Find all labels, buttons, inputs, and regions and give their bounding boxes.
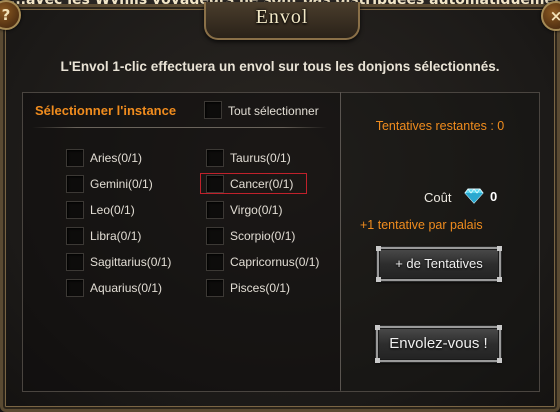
dungeon-checkbox-taurus[interactable] bbox=[206, 149, 224, 167]
dungeon-label-scorpio[interactable]: Scorpio(0/1) bbox=[230, 229, 295, 243]
dungeon-checkbox-capricornus[interactable] bbox=[206, 253, 224, 271]
dungeon-checkbox-leo[interactable] bbox=[66, 201, 84, 219]
cost-label: Coût bbox=[424, 190, 452, 205]
select-instance-header: Sélectionner l'instance bbox=[35, 103, 177, 118]
bonus-text: +1 tentative par palais bbox=[360, 218, 483, 232]
more-attempts-label: + de Tentatives bbox=[395, 256, 483, 271]
dungeon-label-leo[interactable]: Leo(0/1) bbox=[90, 203, 135, 217]
intro-text: L'Envol 1-clic effectuera un envol sur t… bbox=[60, 59, 500, 74]
dungeon-label-gemini[interactable]: Gemini(0/1) bbox=[90, 177, 153, 191]
dungeon-label-aries[interactable]: Aries(0/1) bbox=[90, 151, 142, 165]
panel-divider bbox=[340, 92, 341, 390]
dungeon-label-capricornus[interactable]: Capricornus(0/1) bbox=[230, 255, 319, 269]
dungeon-label-libra[interactable]: Libra(0/1) bbox=[90, 229, 141, 243]
dungeon-checkbox-pisces[interactable] bbox=[206, 279, 224, 297]
dungeon-label-virgo[interactable]: Virgo(0/1) bbox=[230, 203, 282, 217]
dungeon-label-pisces[interactable]: Pisces(0/1) bbox=[230, 281, 290, 295]
more-attempts-button[interactable]: + de Tentatives bbox=[376, 246, 502, 282]
diamond-icon bbox=[464, 188, 484, 208]
window-title: Envol bbox=[255, 6, 309, 28]
dungeon-checkbox-libra[interactable] bbox=[66, 227, 84, 245]
dungeon-checkbox-aquarius[interactable] bbox=[66, 279, 84, 297]
dungeon-checkbox-virgo[interactable] bbox=[206, 201, 224, 219]
selection-highlight bbox=[200, 173, 307, 194]
header-separator bbox=[32, 127, 327, 128]
help-icon: ? bbox=[1, 6, 11, 24]
dungeon-checkbox-gemini[interactable] bbox=[66, 175, 84, 193]
attempts-remaining: Tentatives restantes : 0 bbox=[375, 119, 505, 133]
dungeon-label-aquarius[interactable]: Aquarius(0/1) bbox=[90, 281, 162, 295]
dungeon-checkbox-sagittarius[interactable] bbox=[66, 253, 84, 271]
dungeon-label-taurus[interactable]: Taurus(0/1) bbox=[230, 151, 291, 165]
select-all-label[interactable]: Tout sélectionner bbox=[228, 104, 319, 118]
select-all-checkbox[interactable] bbox=[204, 101, 222, 119]
dungeon-label-sagittarius[interactable]: Sagittarius(0/1) bbox=[90, 255, 171, 269]
close-icon: × bbox=[549, 7, 560, 25]
title-tab: Envol bbox=[204, 2, 360, 40]
dungeon-checkbox-scorpio[interactable] bbox=[206, 227, 224, 245]
dungeon-checkbox-aries[interactable] bbox=[66, 149, 84, 167]
fly-button-label: Envolez-vous ! bbox=[389, 335, 488, 352]
cost-value: 0 bbox=[490, 189, 498, 204]
fly-button[interactable]: Envolez-vous ! bbox=[375, 325, 502, 363]
